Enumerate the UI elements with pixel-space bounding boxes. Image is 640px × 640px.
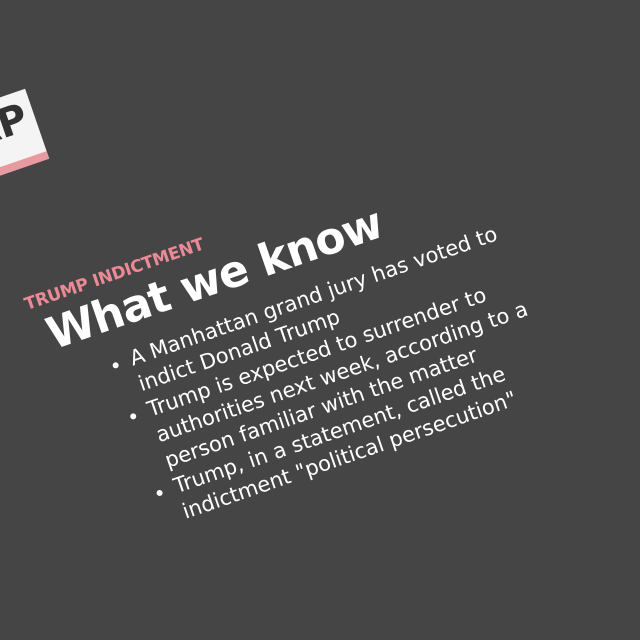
logo-text: AP (0, 95, 34, 159)
ap-logo: AP (0, 88, 50, 188)
what-we-know-card: TRUMP INDICTMENT What we know A Manhatta… (22, 127, 602, 553)
